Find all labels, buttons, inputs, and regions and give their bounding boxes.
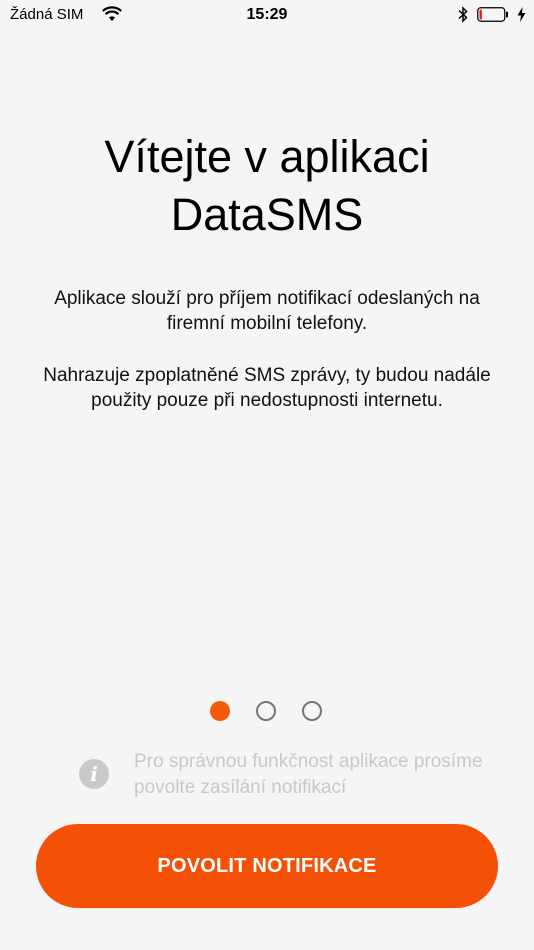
welcome-description-1: Aplikace slouží pro příjem notifikací od… bbox=[54, 288, 480, 334]
bluetooth-icon bbox=[458, 6, 468, 23]
status-bar: Žádná SIM 15:29 bbox=[0, 0, 534, 30]
welcome-description-2: Nahrazuje zpoplatněné SMS zprávy, ty bud… bbox=[43, 365, 491, 411]
page-indicator bbox=[210, 701, 325, 725]
welcome-title-line2: DataSMS bbox=[170, 189, 364, 240]
info-icon: i bbox=[79, 759, 109, 789]
notification-hint: Pro správnou funkčnost aplikace prosíme … bbox=[134, 751, 483, 798]
battery-icon bbox=[477, 7, 508, 22]
allow-notifications-button[interactable]: POVOLIT NOTIFIKACE bbox=[36, 824, 498, 908]
page-dot-2[interactable] bbox=[256, 701, 276, 721]
charging-icon bbox=[517, 7, 526, 22]
page-dot-1[interactable] bbox=[210, 701, 230, 721]
welcome-title: Vítejte v aplikaci DataSMS bbox=[0, 128, 534, 244]
clock: 15:29 bbox=[246, 6, 288, 23]
page-dot-3[interactable] bbox=[302, 701, 322, 721]
welcome-screen: Žádná SIM 15:29 Vítejte v aplikaci DataS… bbox=[0, 0, 534, 950]
welcome-title-line1: Vítejte v aplikaci bbox=[104, 131, 430, 182]
